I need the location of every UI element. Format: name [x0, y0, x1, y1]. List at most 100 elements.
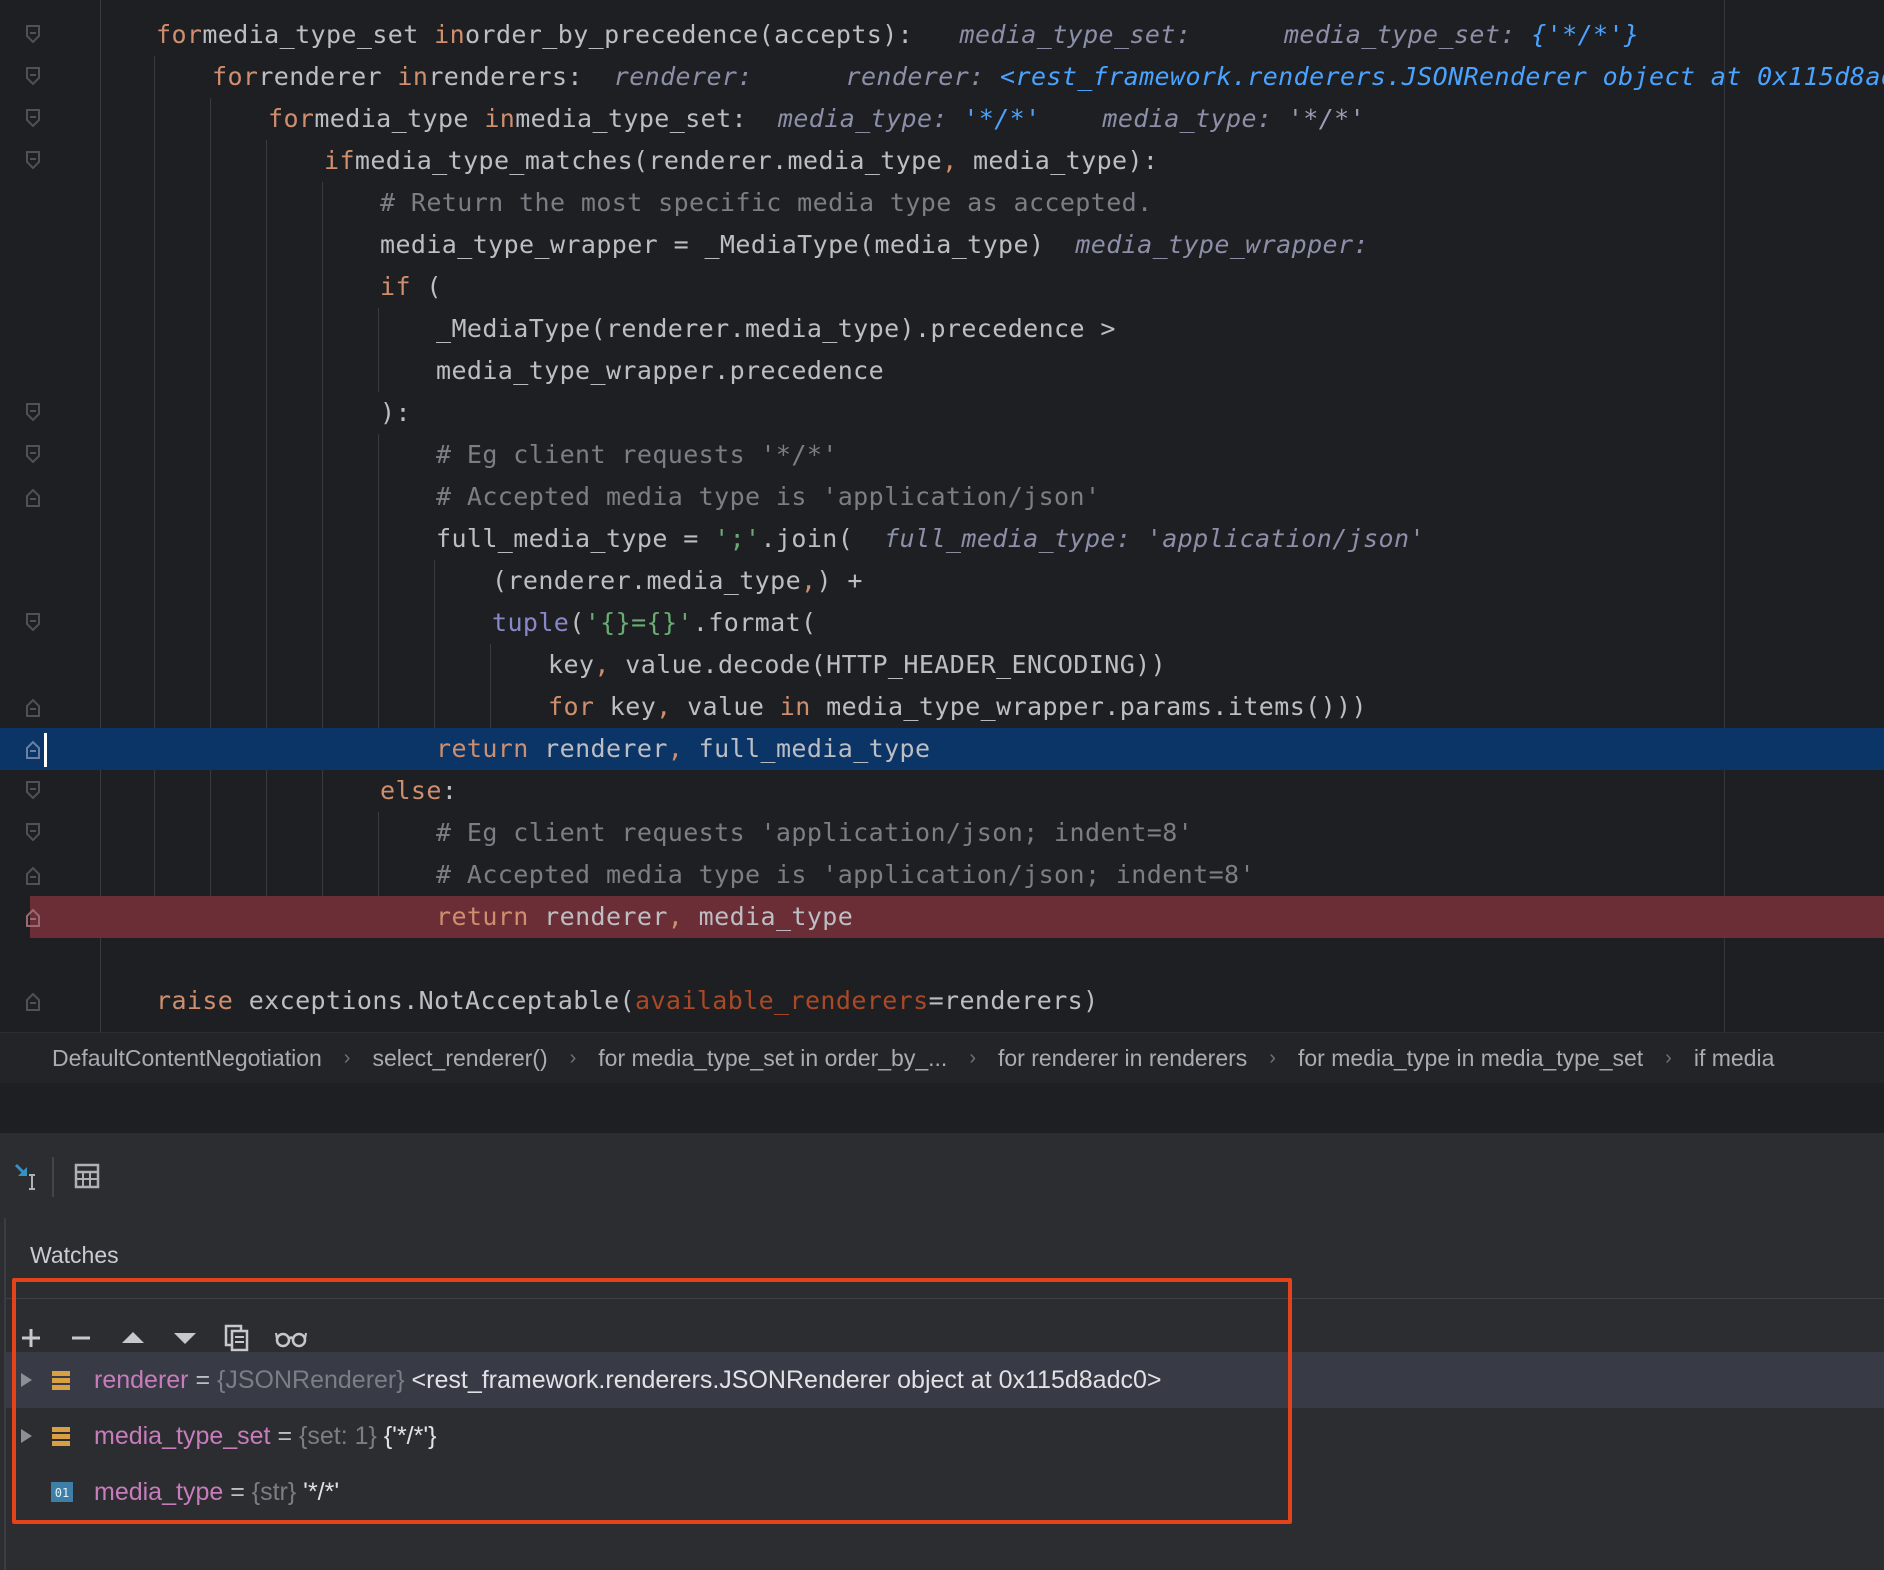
breadcrumb-item[interactable]: if media	[1694, 1045, 1775, 1072]
chevron-right-icon: ›	[1665, 1046, 1672, 1069]
code-line: key, value.decode(HTTP_HEADER_ENCODING))	[0, 644, 1884, 686]
code-token: media_type:	[1102, 104, 1288, 133]
code-token: exceptions.NotAcceptable(	[233, 986, 635, 1015]
fold-marker-icon[interactable]	[22, 602, 44, 644]
code-token: (	[410, 272, 442, 301]
fold-end-marker-icon[interactable]	[22, 854, 44, 896]
breadcrumb-item[interactable]: select_renderer()	[372, 1045, 547, 1072]
code-token: '*/*'	[1287, 104, 1366, 133]
code-line: formedia_type_set inorder_by_precedence(…	[0, 14, 1884, 56]
code-token: ,	[942, 146, 958, 175]
code-token: ):	[380, 398, 411, 427]
code-token: media_type_set:	[959, 20, 1284, 49]
code-token: for	[212, 62, 259, 91]
code-line: for key, value in media_type_wrapper.par…	[0, 686, 1884, 728]
code-token: media_type):	[957, 146, 1159, 175]
breadcrumb-item[interactable]: for renderer in renderers	[998, 1045, 1247, 1072]
fold-marker-icon[interactable]	[22, 14, 44, 56]
code-line: media_type_wrapper = _MediaType(media_ty…	[0, 224, 1884, 266]
code-token: .format(	[692, 608, 817, 637]
code-token: full_media_type =	[436, 524, 715, 553]
code-token: media_type_wrapper.precedence	[436, 356, 885, 385]
code-token: # Eg client requests '*/*'	[436, 440, 838, 469]
code-line: # Accepted media type is 'application/js…	[0, 854, 1884, 896]
fold-end-marker-icon[interactable]	[22, 728, 44, 770]
code-token: ,	[801, 566, 817, 595]
code-text: # Accepted media type is 'application/js…	[436, 476, 1100, 518]
code-token: :	[441, 776, 458, 805]
code-text: media_type_wrapper = _MediaType(media_ty…	[380, 224, 1369, 266]
code-text: # Eg client requests '*/*'	[436, 434, 838, 476]
panel-title: Watches	[30, 1242, 119, 1268]
code-token: {'*/*'}	[1531, 20, 1640, 49]
code-line: _MediaType(renderer.media_type).preceden…	[0, 308, 1884, 350]
code-text: ):	[380, 392, 411, 434]
code-line: full_media_type = ';'.join( full_media_t…	[0, 518, 1884, 560]
breadcrumb-item[interactable]: for media_type in media_type_set	[1298, 1045, 1643, 1072]
code-token: '*/*'	[963, 104, 1041, 133]
code-text: media_type_wrapper.precedence	[436, 350, 884, 392]
code-token: for	[268, 104, 315, 133]
code-token: in	[434, 20, 466, 49]
code-token: media_type_set	[202, 20, 435, 49]
fold-end-marker-icon[interactable]	[22, 686, 44, 728]
code-token: <rest_framework.renderers.JSONRenderer o…	[1000, 62, 1884, 91]
code-line: raise exceptions.NotAcceptable(available…	[0, 980, 1884, 1022]
code-line: # Return the most specific media type as…	[0, 182, 1884, 224]
code-line: # Eg client requests '*/*'	[0, 434, 1884, 476]
fold-end-marker-icon[interactable]	[22, 476, 44, 518]
code-token: # Accepted media type is 'application/js…	[436, 860, 1255, 889]
code-token: order_by_precedence(accepts):	[465, 20, 960, 49]
code-text: key, value.decode(HTTP_HEADER_ENCODING))	[548, 644, 1166, 686]
code-line: media_type_wrapper.precedence	[0, 350, 1884, 392]
code-token: # Accepted media type is 'application/js…	[436, 482, 1101, 511]
code-token: full_media_type: 'application/json'	[884, 524, 1425, 553]
code-token: renderers:	[428, 62, 614, 91]
evaluate-expression-icon[interactable]	[62, 1151, 112, 1201]
code-token: else	[380, 776, 442, 805]
code-line: # Accepted media type is 'application/js…	[0, 476, 1884, 518]
code-editor[interactable]: formedia_type_set inorder_by_precedence(…	[0, 0, 1884, 1032]
breadcrumb-item[interactable]: for media_type_set in order_by_...	[598, 1045, 947, 1072]
code-line: else:	[0, 770, 1884, 812]
fold-end-marker-icon[interactable]	[22, 896, 44, 938]
fold-marker-icon[interactable]	[22, 812, 44, 854]
code-text: return renderer, full_media_type	[436, 728, 930, 770]
code-text: for key, value in media_type_wrapper.par…	[548, 686, 1367, 728]
code-token: '{}={}'	[584, 608, 693, 637]
fold-marker-icon[interactable]	[22, 98, 44, 140]
code-token: ,	[656, 692, 672, 721]
fold-marker-icon[interactable]	[22, 56, 44, 98]
code-line: forrenderer inrenderers: renderer: rende…	[0, 56, 1884, 98]
code-line: ):	[0, 392, 1884, 434]
breakpoint-line: return renderer, media_type	[26, 896, 1884, 938]
toolbar-divider	[52, 1157, 54, 1197]
code-token: in	[779, 692, 811, 721]
code-text: formedia_type inmedia_type_set: media_ty…	[268, 98, 1365, 140]
code-token: key	[548, 650, 595, 679]
fold-marker-icon[interactable]	[22, 140, 44, 182]
step-into-my-code-icon[interactable]	[0, 1151, 50, 1201]
fold-marker-icon[interactable]	[22, 434, 44, 476]
code-token: .join(	[760, 524, 885, 553]
code-token: media_type_matches(renderer.media_type	[354, 146, 943, 175]
code-token: media_type_set:	[515, 104, 778, 133]
fold-marker-icon[interactable]	[22, 392, 44, 434]
code-token: media_type_wrapper:	[1075, 230, 1369, 259]
code-text: _MediaType(renderer.media_type).preceden…	[436, 308, 1116, 350]
code-token: for	[548, 692, 595, 721]
chevron-right-icon: ›	[1269, 1046, 1276, 1069]
code-text: ifmedia_type_matches(renderer.media_type…	[324, 140, 1158, 182]
code-token: media_type	[314, 104, 485, 133]
debugger-toolbar	[0, 1132, 1884, 1220]
code-text: if (	[380, 266, 442, 308]
code-text: return renderer, media_type	[436, 896, 853, 938]
code-token: _MediaType(renderer.media_type).preceden…	[436, 314, 1116, 343]
code-token: tuple	[492, 608, 570, 637]
chevron-right-icon: ›	[569, 1046, 577, 1069]
fold-marker-icon[interactable]	[22, 770, 44, 812]
code-token: key	[594, 692, 657, 721]
fold-end-marker-icon[interactable]	[22, 980, 44, 1022]
breadcrumb-item[interactable]: DefaultContentNegotiation	[52, 1045, 322, 1072]
